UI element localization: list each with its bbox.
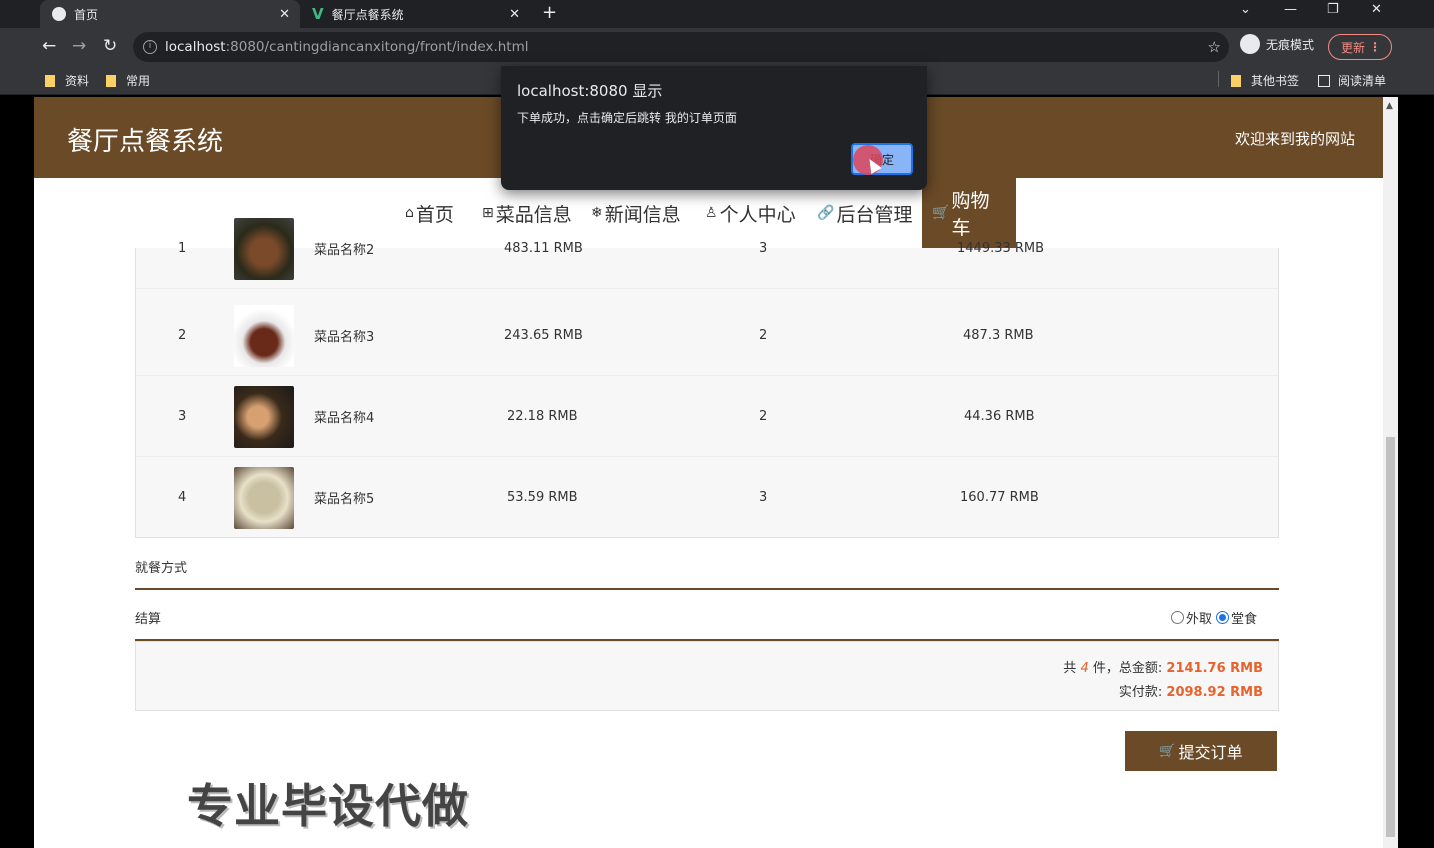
bookmark-label: 其他书签	[1251, 74, 1300, 88]
bookmark-folder-other[interactable]: 其他书签	[1231, 72, 1299, 89]
bookmark-star-icon[interactable]: ☆	[1208, 38, 1221, 56]
incognito-icon	[1240, 34, 1260, 54]
browser-tab-bar: 首页 ✕ V 餐厅点餐系统 ✕ + ⌄ — ❐ ✕	[0, 0, 1434, 28]
browser-tab-home[interactable]: 首页 ✕	[40, 0, 300, 28]
forward-button[interactable]: →	[72, 36, 86, 56]
submit-order-button[interactable]: 🛒 提交订单	[1125, 731, 1277, 771]
menu-dots-icon: ⋮	[1369, 40, 1381, 54]
close-tab-icon[interactable]: ✕	[509, 7, 520, 22]
tab-title: 餐厅点餐系统	[331, 7, 404, 22]
folder-icon	[45, 74, 55, 87]
bookmark-label: 阅读清单	[1338, 74, 1387, 88]
alert-title: localhost:8080 显示	[517, 82, 663, 100]
bookmark-separator	[1218, 71, 1219, 87]
takeout-radio[interactable]	[1170, 611, 1184, 624]
back-button[interactable]: ←	[42, 36, 56, 56]
reading-list-icon	[1318, 74, 1330, 87]
dine-in-label[interactable]: 堂食	[1231, 608, 1257, 627]
browser-tab-system[interactable]: V 餐厅点餐系统 ✕	[300, 0, 530, 28]
browser-toolbar: ← → ↻ i localhost:8080/cantingdiancanxit…	[0, 28, 1434, 65]
close-tab-icon[interactable]: ✕	[279, 7, 290, 22]
url-host: localhost	[165, 39, 226, 55]
url-path: :8080/cantingdiancanxitong/front/index.h…	[225, 39, 529, 55]
dining-options: 外取 堂食	[1170, 608, 1257, 627]
update-button[interactable]: 更新 ⋮	[1328, 34, 1392, 60]
tab-title: 首页	[74, 7, 99, 22]
update-label: 更新	[1341, 40, 1366, 55]
bookmark-label: 常用	[126, 74, 151, 88]
minimize-button[interactable]: —	[1284, 2, 1297, 17]
alert-message: 下单成功，点击确定后跳转 我的订单页面	[517, 111, 737, 125]
submit-order-label: 提交订单	[1178, 743, 1243, 762]
bookmark-label: 资料	[65, 74, 90, 88]
dine-in-radio[interactable]	[1215, 611, 1229, 624]
incognito-indicator[interactable]: 无痕模式	[1240, 34, 1314, 54]
new-tab-button[interactable]: +	[542, 2, 557, 23]
info-icon[interactable]: i	[143, 40, 157, 54]
takeout-label[interactable]: 外取	[1186, 608, 1212, 627]
incognito-label: 无痕模式	[1266, 37, 1315, 52]
tab-search-icon[interactable]: ⌄	[1240, 2, 1251, 17]
globe-icon	[52, 7, 66, 21]
restore-button[interactable]: ❐	[1327, 2, 1339, 17]
reload-button[interactable]: ↻	[103, 36, 117, 56]
cart-icon: 🛒	[1159, 743, 1176, 759]
alert-dialog: localhost:8080 显示 下单成功，点击确定后跳转 我的订单页面 确定	[501, 66, 927, 190]
close-window-button[interactable]: ✕	[1371, 2, 1382, 17]
folder-icon	[106, 74, 116, 87]
bookmark-folder[interactable]: 资料	[45, 72, 89, 89]
folder-icon	[1231, 74, 1241, 87]
vue-icon: V	[312, 5, 324, 23]
address-bar[interactable]: i localhost:8080/cantingdiancanxitong/fr…	[133, 32, 1229, 62]
reading-list[interactable]: 阅读清单	[1318, 72, 1386, 89]
bookmark-folder[interactable]: 常用	[106, 72, 150, 89]
